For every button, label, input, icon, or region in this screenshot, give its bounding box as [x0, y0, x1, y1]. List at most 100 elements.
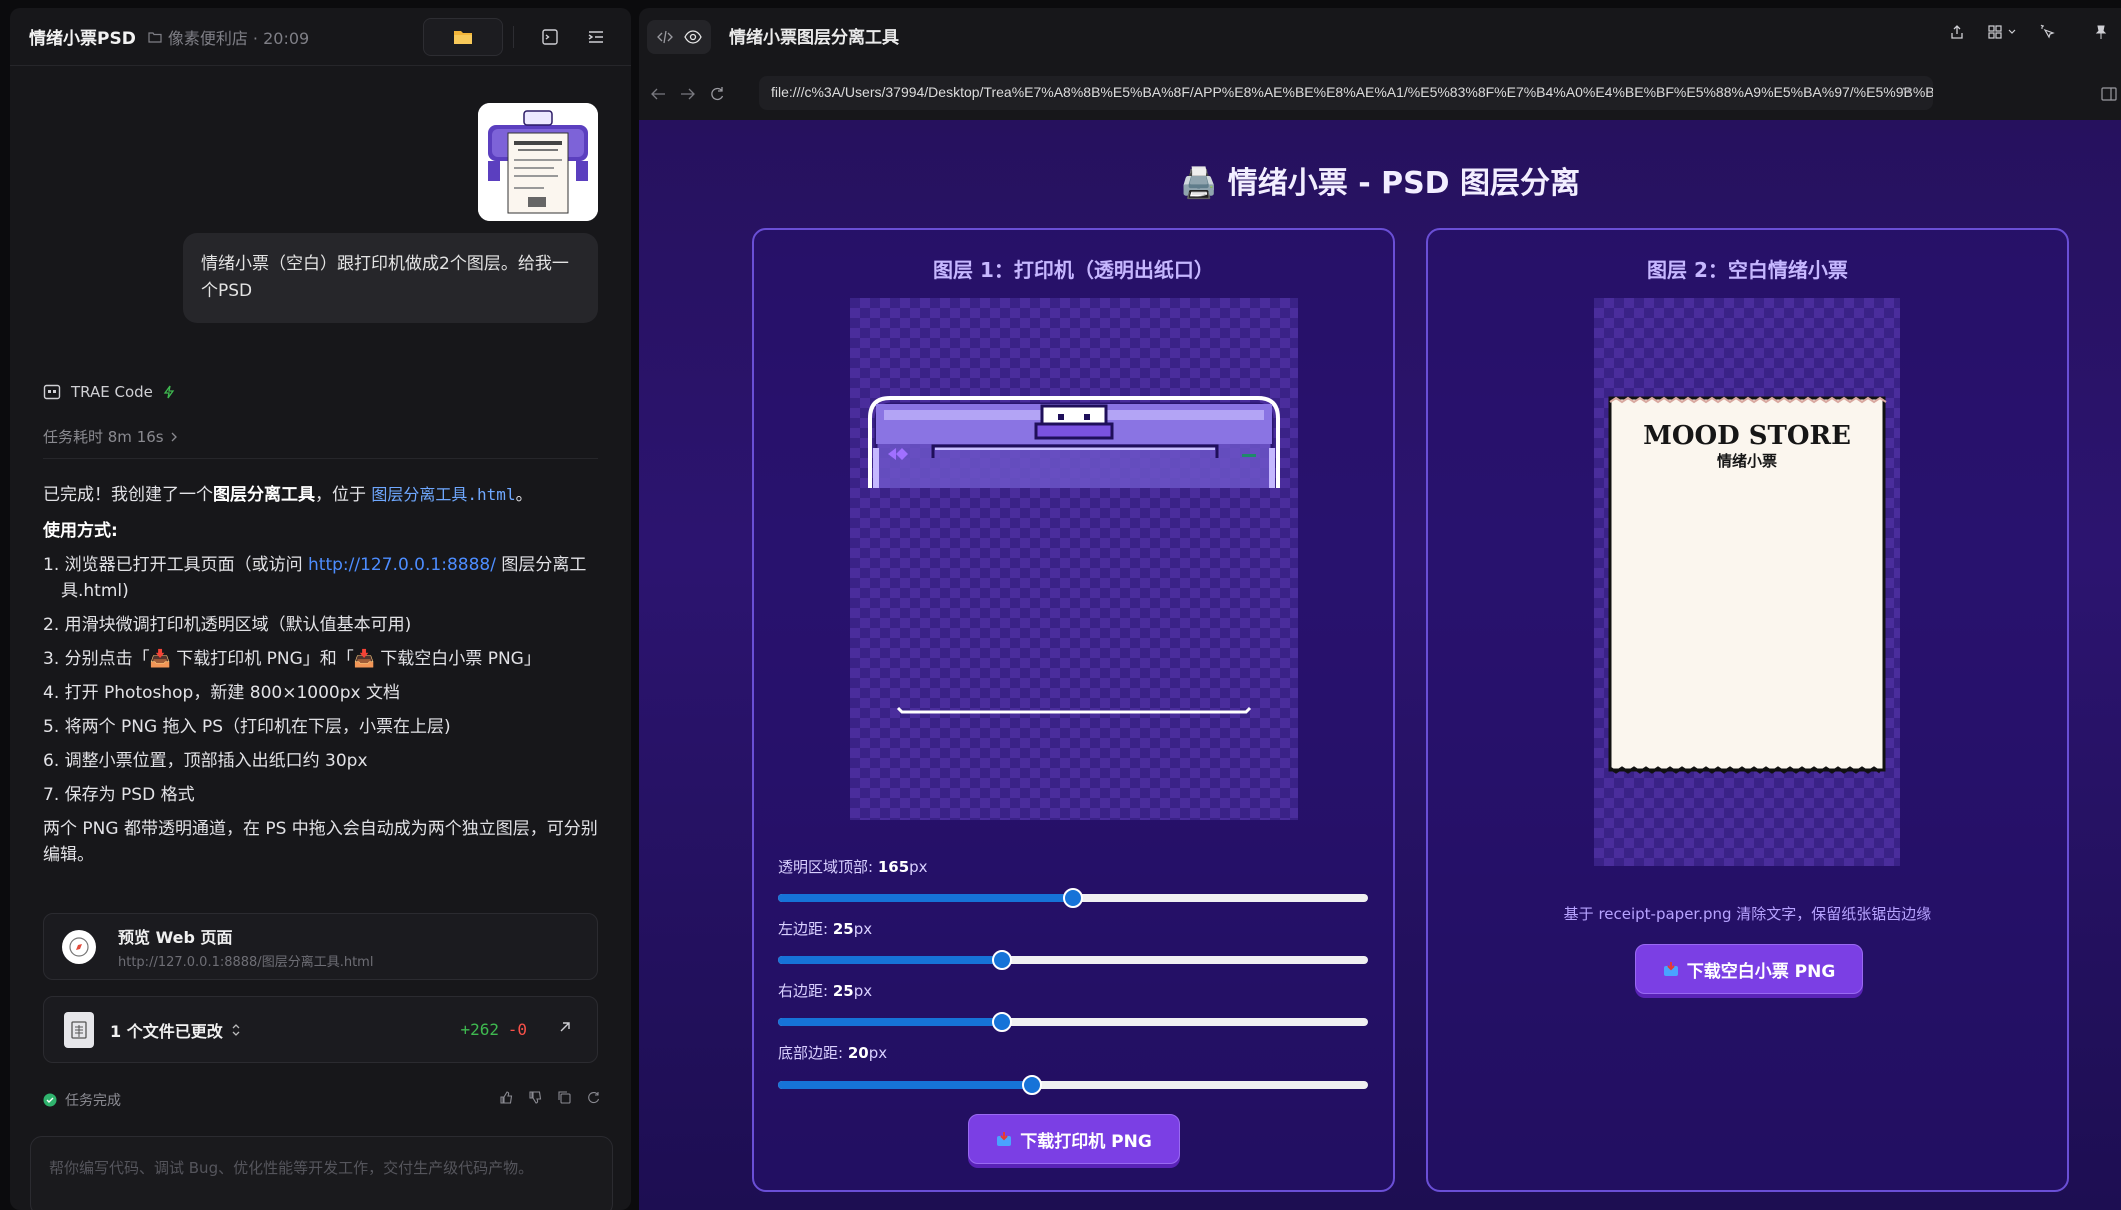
refresh-icon[interactable]	[586, 1090, 601, 1105]
local-server-link[interactable]: http://127.0.0.1:8888/	[308, 555, 496, 575]
slider-right-label: 右边距: 25px	[778, 980, 872, 1001]
code-icon[interactable]	[656, 30, 674, 44]
slider-value: 20	[847, 1044, 869, 1062]
thumbs-down-icon[interactable]	[528, 1090, 543, 1105]
user-message-bubble: 情绪小票（空白）跟打印机做成2个图层。给我一个PSD	[183, 233, 598, 323]
layer2-title: 图层 2：空白情绪小票	[1647, 258, 1848, 282]
open-external-icon[interactable]	[557, 1019, 573, 1035]
receipt-preview: MOOD STORE 情绪小票	[1594, 298, 1900, 866]
slider-right[interactable]	[778, 1012, 1368, 1032]
list-item: 3. 分别点击「📥 下载打印机 PNG」和「📥 下载空白小票 PNG」	[43, 649, 541, 669]
web-content: 🖨️ 情绪小票 - PSD 图层分离 图层 1：打印机（透明出纸口） 透明区域顶…	[639, 120, 2121, 1210]
nav-buttons	[649, 86, 725, 102]
chat-header: 情绪小票PSD 像素便利店 · 20:09	[10, 8, 631, 66]
lines-removed: -0	[507, 1020, 527, 1039]
slider-label-text: 底部边距:	[778, 1044, 848, 1062]
slider-unit: px	[853, 920, 873, 938]
forward-icon[interactable]	[679, 86, 697, 102]
grid-icon[interactable]	[1987, 24, 2003, 40]
agent-reply: 已完成！我创建了一个图层分离工具，位于 图层分离工具.html。 使用方式: 1…	[43, 482, 603, 878]
slider-top-label: 透明区域顶部: 165px	[778, 856, 928, 877]
expand-icon[interactable]	[231, 1023, 241, 1037]
agent-icon	[43, 383, 61, 401]
lightning-icon	[163, 385, 175, 399]
download-receipt-button[interactable]: 下载空白小票 PNG	[1635, 944, 1863, 994]
compass-icon	[62, 929, 96, 964]
task-duration[interactable]: 任务耗时 8m 16s	[43, 426, 178, 447]
list-item: 5. 将两个 PNG 拖入 PS（打印机在下层，小票在上层)	[43, 717, 451, 737]
slider-handle[interactable]	[992, 1012, 1013, 1032]
slider-top[interactable]	[778, 888, 1368, 908]
receipt-title: MOOD STORE	[1643, 421, 1851, 451]
slider-left[interactable]	[778, 950, 1368, 970]
address-bar: file:///c%3A/Users/37994/Desktop/Trea%E7…	[639, 68, 2121, 120]
slider-handle[interactable]	[992, 950, 1013, 970]
preview-title: 预览 Web 页面	[118, 927, 233, 947]
reload-icon[interactable]	[709, 86, 725, 102]
receipt-subtitle: 情绪小票	[1717, 452, 1777, 470]
lines-added: +262	[460, 1020, 499, 1039]
inbox-tray-icon	[996, 1131, 1012, 1147]
usage-title: 使用方式:	[43, 521, 118, 541]
steps-list: 1. 浏览器已打开工具页面（或访问 http://127.0.0.1:8888/…	[43, 552, 603, 808]
slider-value: 25	[832, 982, 854, 1000]
list-item: 2. 用滑块微调打印机透明区域（默认值基本可用)	[43, 615, 412, 635]
session-subtitle-text: 像素便利店 · 20:09	[167, 28, 310, 48]
download-receipt-label: 下载空白小票 PNG	[1686, 961, 1836, 982]
attached-image-thumbnail[interactable]	[478, 103, 598, 221]
back-icon[interactable]	[649, 86, 667, 102]
slider-handle[interactable]	[1021, 1075, 1042, 1095]
chevron-down-icon[interactable]	[1901, 86, 1913, 94]
folder-icon	[148, 30, 162, 44]
receipt-image: MOOD STORE 情绪小票	[1608, 396, 1887, 774]
terminal-button[interactable]	[537, 24, 563, 50]
browser-panel: 情绪小票图层分离工具 file:///c%3A/Users/37994/Desk…	[639, 8, 2121, 1210]
list-indent-icon	[587, 28, 605, 46]
chevron-right-icon	[170, 432, 178, 442]
view-mode-toggle[interactable]	[647, 20, 711, 54]
preview-web-card[interactable]: 预览 Web 页面 http://127.0.0.1:8888/图层分离工具.h…	[43, 913, 598, 980]
slider-fill	[778, 956, 1003, 964]
slider-handle[interactable]	[1063, 888, 1083, 908]
download-printer-button[interactable]: 下载打印机 PNG	[968, 1114, 1180, 1164]
reply-intro-bold: 图层分离工具	[213, 485, 315, 505]
url-field[interactable]: file:///c%3A/Users/37994/Desktop/Trea%E7…	[759, 76, 1933, 110]
open-folder-button[interactable]	[423, 18, 503, 56]
agent-name: TRAE Code	[71, 383, 153, 401]
slider-unit: px	[868, 1044, 888, 1062]
printer-layer-panel: 图层 1：打印机（透明出纸口） 透明区域顶部: 165px 左边距: 25px …	[752, 228, 1395, 1192]
header-divider	[513, 26, 514, 48]
slider-value: 165	[877, 858, 910, 876]
inbox-tray-icon	[1663, 961, 1679, 977]
outline-button[interactable]	[583, 24, 609, 50]
layer1-title: 图层 1：打印机（透明出纸口）	[933, 258, 1214, 282]
chevron-down-icon[interactable]	[2007, 28, 2017, 36]
copy-icon[interactable]	[557, 1090, 572, 1105]
receipt-hint: 基于 receipt-paper.png 清除文字，保留纸张锯齿边缘	[1563, 905, 1932, 923]
slider-bottom[interactable]	[778, 1075, 1368, 1095]
receipt-layer-panel: 图层 2：空白情绪小票 MOOD STORE 情绪小票 基于 receipt-p…	[1426, 228, 2069, 1192]
changed-files-card[interactable]: 1 个文件已更改 +262 -0	[43, 996, 598, 1063]
file-icon	[64, 1011, 94, 1048]
share-icon[interactable]	[1949, 24, 1965, 40]
feedback-actions	[499, 1090, 601, 1105]
task-duration-text: 任务耗时 8m 16s	[43, 428, 164, 446]
slider-fill	[778, 894, 1073, 902]
slider-value: 25	[832, 920, 854, 938]
sidebar-icon[interactable]	[2101, 86, 2117, 102]
reply-intro-text: 。	[515, 485, 533, 505]
preview-url: http://127.0.0.1:8888/图层分离工具.html	[118, 954, 374, 970]
session-title: 情绪小票PSD	[29, 29, 136, 49]
reply-intro-text: ，位于	[315, 485, 372, 505]
chat-input[interactable]: 帮你编写代码、调试 Bug、优化性能等开发工作，交付生产级代码产物。	[30, 1136, 613, 1210]
task-status-text: 任务完成	[65, 1093, 121, 1109]
pin-icon[interactable]	[2093, 24, 2109, 40]
pointer-icon[interactable]	[2039, 24, 2055, 40]
eye-icon[interactable]	[684, 30, 702, 44]
task-status: 任务完成	[43, 1090, 121, 1110]
file-link[interactable]: 图层分离工具.html	[371, 485, 515, 504]
thumbs-up-icon[interactable]	[499, 1090, 514, 1105]
agent-label: TRAE Code	[43, 383, 175, 401]
page-title: 🖨️ 情绪小票 - PSD 图层分离	[1179, 166, 1581, 201]
folder-icon	[453, 29, 473, 45]
